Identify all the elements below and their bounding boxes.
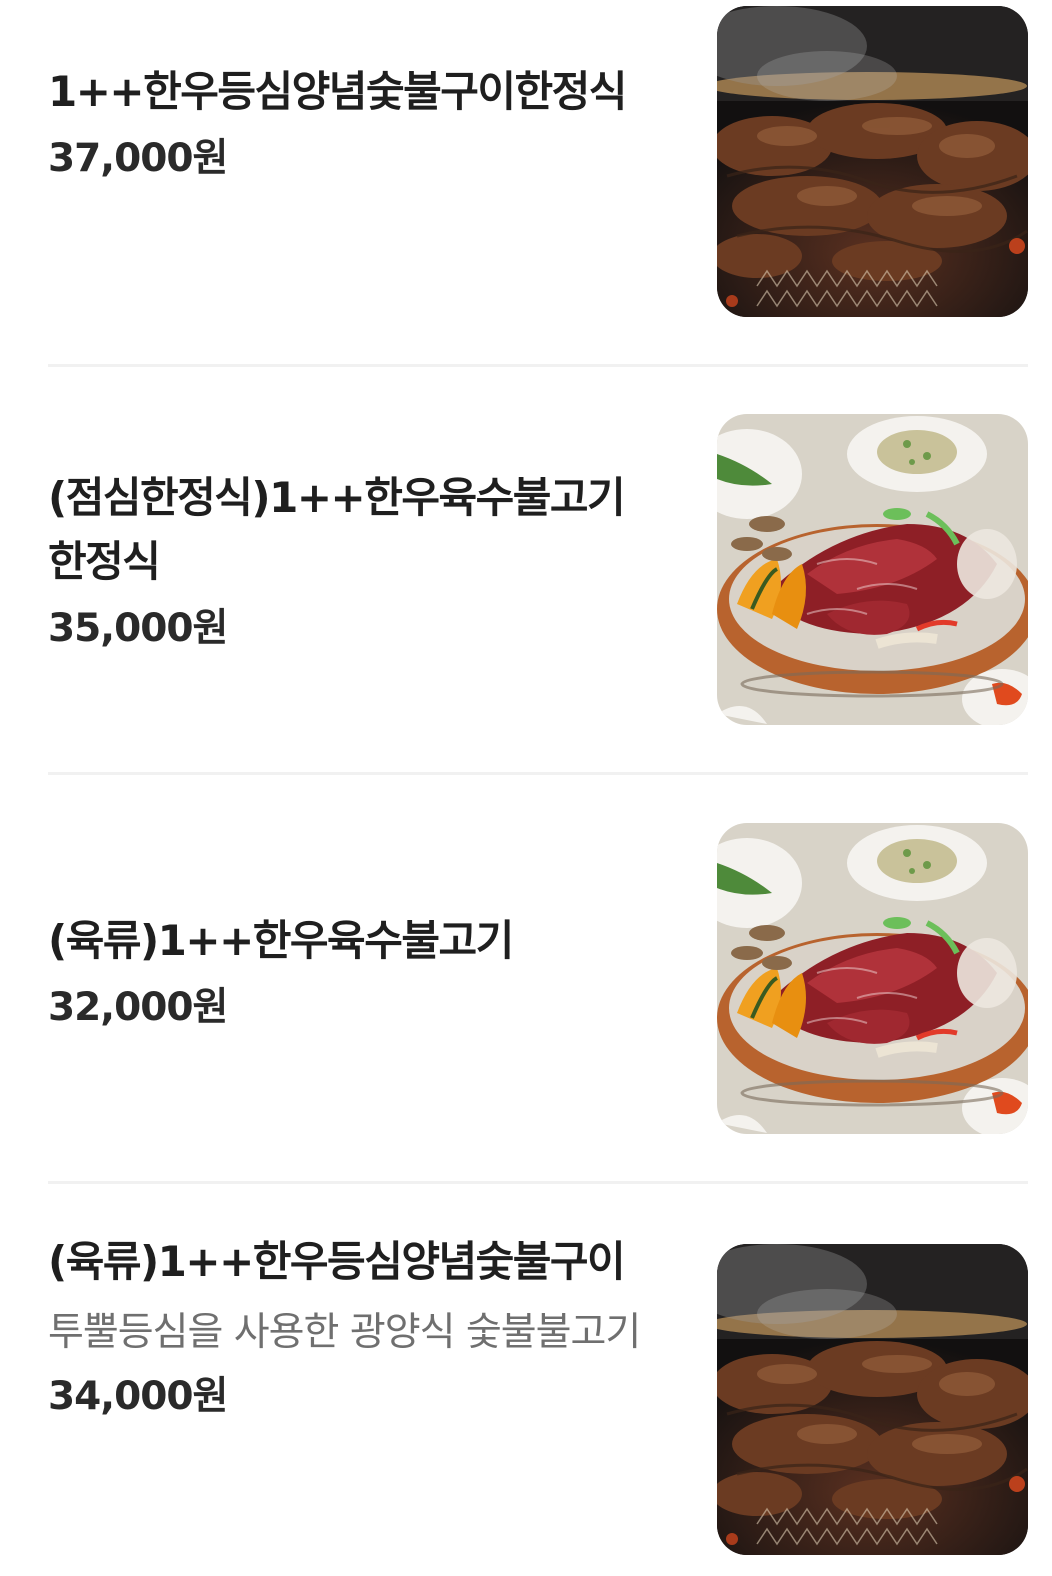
menu-item-price: 37,000원 — [48, 136, 228, 181]
menu-item-price: 32,000원 — [48, 985, 228, 1030]
menu-item-description: 투뿔등심을 사용한 광양식 숯불불고기 — [48, 1310, 641, 1355]
menu-item-name: (육류)1++한우육수불고기 — [48, 916, 514, 965]
bulgogi-hotpot-photo — [717, 414, 1028, 725]
menu-item[interactable]: (육류)1++한우육수불고기 32,000원 — [48, 823, 1028, 1134]
menu-item-name: (점심한정식)1++한우육수불고기한정식 — [48, 473, 626, 586]
divider — [48, 1181, 1028, 1184]
menu-item[interactable]: (육류)1++한우등심양념숯불구이 투뿔등심을 사용한 광양식 숯불불고기 34… — [48, 1237, 1028, 1555]
menu-item-info: (육류)1++한우등심양념숯불구이 투뿔등심을 사용한 광양식 숯불불고기 34… — [48, 1230, 658, 1424]
menu-item-info: 1++한우등심양념숯불구이한정식 37,000원 — [48, 60, 658, 186]
menu-item[interactable]: 1++한우등심양념숯불구이한정식 37,000원 — [48, 6, 1028, 317]
menu-item-name: 1++한우등심양념숯불구이한정식 — [48, 67, 627, 116]
grilled-beef-photo — [717, 6, 1028, 317]
menu-item-info: (점심한정식)1++한우육수불고기한정식 35,000원 — [48, 466, 658, 656]
bulgogi-hotpot-photo — [717, 823, 1028, 1134]
divider — [48, 772, 1028, 775]
menu-item-name: (육류)1++한우등심양념숯불구이 — [48, 1237, 626, 1286]
grilled-beef-photo — [717, 1244, 1028, 1555]
menu-item-info: (육류)1++한우육수불고기 32,000원 — [48, 909, 658, 1035]
menu-item-price: 35,000원 — [48, 606, 228, 651]
divider — [48, 364, 1028, 367]
menu-item[interactable]: (점심한정식)1++한우육수불고기한정식 35,000원 — [48, 414, 1028, 725]
menu-item-price: 34,000원 — [48, 1374, 228, 1419]
